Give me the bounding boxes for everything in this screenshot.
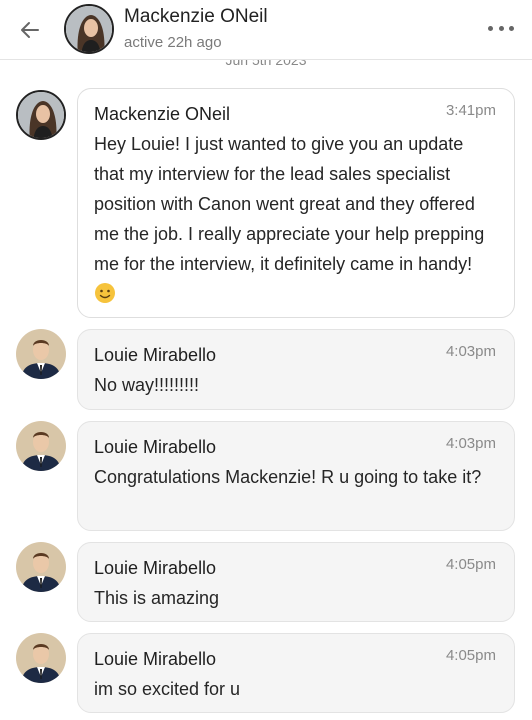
message-time: 4:05pm [445, 647, 496, 664]
message-time: 4:03pm [445, 343, 496, 360]
message-sender: Louie Mirabello [94, 558, 217, 578]
message-text-content: Hey Louie! I just wanted to give you an … [94, 134, 485, 274]
message-sender: Louie Mirabello [94, 437, 217, 457]
sender-avatar[interactable] [16, 329, 66, 379]
message-bubble[interactable]: Louie Mirabello 4:05pm im so excited for… [77, 633, 515, 713]
slightly-smiling-face-icon [95, 283, 115, 303]
more-options-icon [488, 25, 493, 31]
back-arrow-icon [21, 22, 39, 38]
message-text: im so excited for u [94, 679, 241, 699]
message-sender: Louie Mirabello [94, 345, 217, 365]
message-time: 4:05pm [445, 556, 496, 573]
sender-avatar[interactable] [16, 90, 66, 140]
conversation-header: Mackenzie ONeil active 22h ago [0, 0, 532, 60]
more-options-button[interactable] [488, 18, 514, 38]
message-bubble[interactable]: Louie Mirabello 4:03pm Congratulations M… [77, 421, 515, 531]
message-bubble[interactable]: Mackenzie ONeil 3:41pm Hey Louie! I just… [77, 88, 515, 318]
back-button[interactable] [14, 14, 46, 46]
message-text: Hey Louie! I just wanted to give you an … [94, 129, 498, 309]
header-contact-name[interactable]: Mackenzie ONeil [124, 6, 268, 28]
message-text: This is amazing [94, 588, 220, 608]
message-bubble[interactable]: Louie Mirabello 4:03pm No way!!!!!!!!! [77, 329, 515, 410]
sender-avatar[interactable] [16, 542, 66, 592]
message-bubble[interactable]: Louie Mirabello 4:05pm This is amazing [77, 542, 515, 622]
header-avatar[interactable] [64, 4, 114, 54]
message-text: Congratulations Mackenzie! R u going to … [94, 467, 482, 487]
header-active-status: active 22h ago [124, 34, 222, 51]
sender-avatar[interactable] [16, 421, 66, 471]
message-text: No way!!!!!!!!! [94, 375, 200, 395]
message-time: 3:41pm [445, 102, 496, 119]
message-sender: Mackenzie ONeil [94, 104, 231, 124]
message-sender: Louie Mirabello [94, 649, 217, 669]
sender-avatar[interactable] [16, 633, 66, 683]
message-time: 4:03pm [445, 435, 496, 452]
